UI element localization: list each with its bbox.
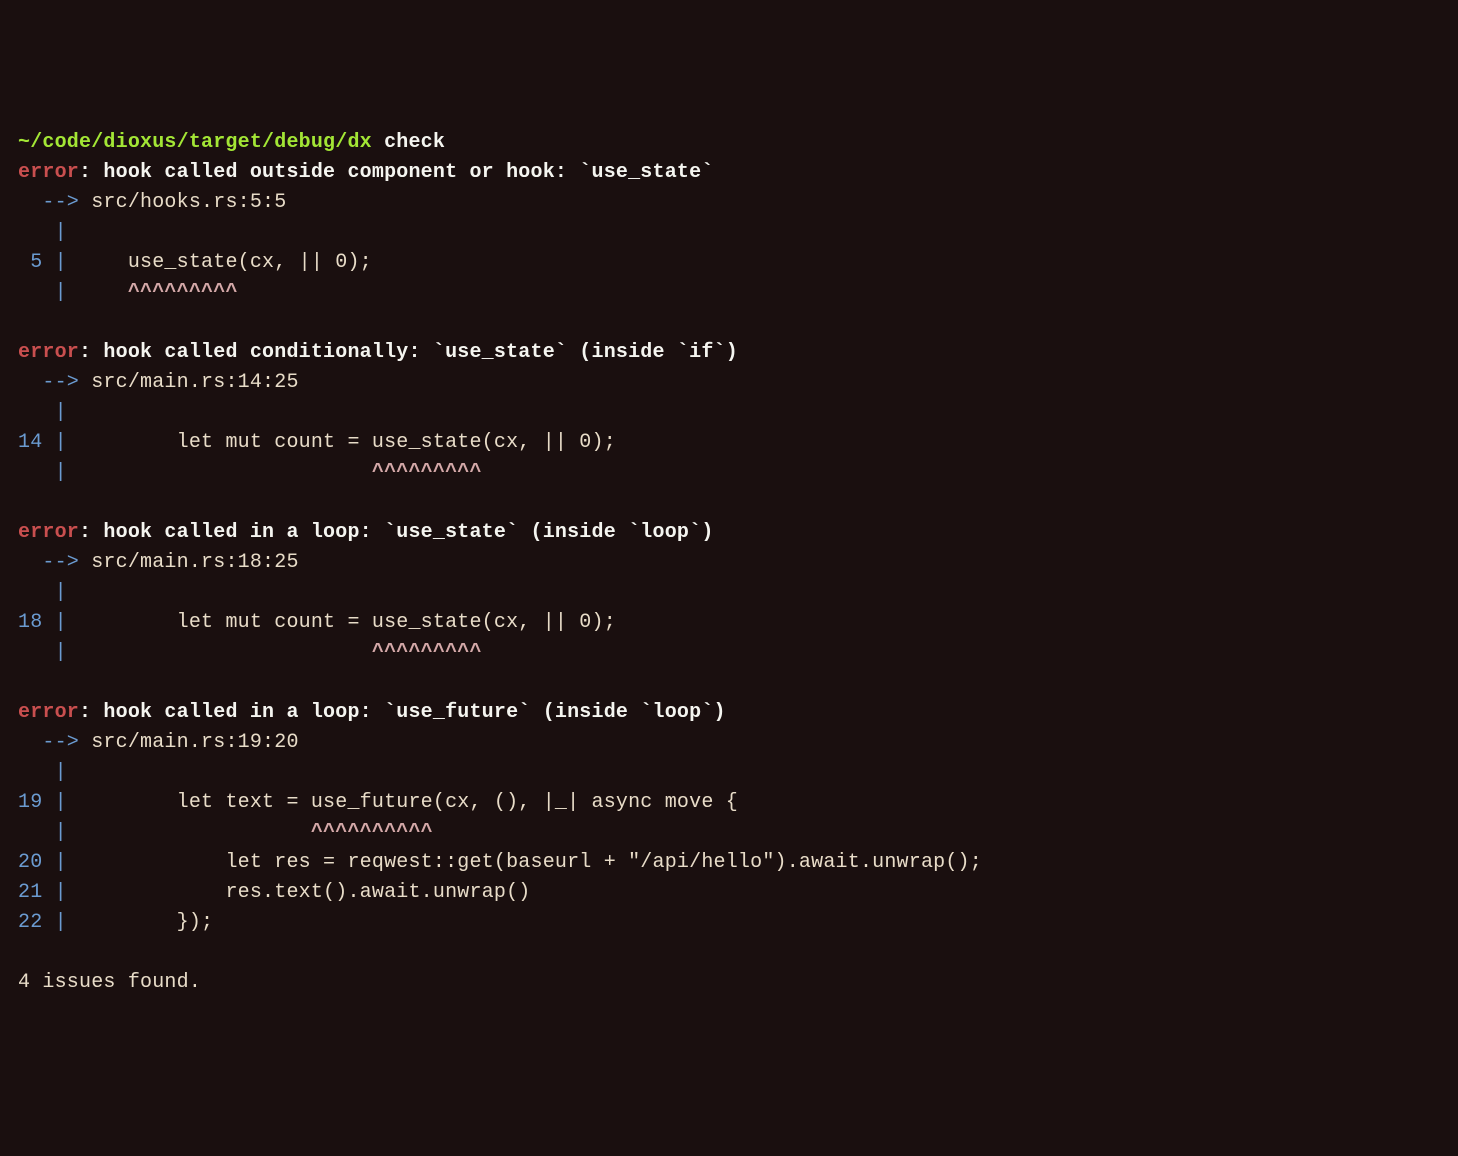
error-label: error	[18, 521, 79, 544]
gutter: |	[18, 401, 67, 424]
arrow-icon: -->	[18, 731, 91, 754]
error-message: : hook called in a loop: `use_future` (i…	[79, 701, 726, 724]
caret-underline: ^^^^^^^^^	[79, 281, 238, 304]
error-label: error	[18, 161, 79, 184]
code-line: 14 | let mut count = use_state(cx, || 0)…	[18, 428, 1440, 458]
spacer	[18, 668, 1440, 698]
code-line: 20 | let res = reqwest::get(baseurl + "/…	[18, 848, 1440, 878]
line-number: 18 |	[18, 611, 67, 634]
code-line: 22 | });	[18, 908, 1440, 938]
gutter: |	[18, 221, 67, 244]
code-text: let mut count = use_state(cx, || 0);	[79, 431, 616, 454]
arrow-icon: -->	[18, 551, 91, 574]
gutter-line: |	[18, 578, 1440, 608]
line-number: 19 |	[18, 791, 67, 814]
spacer	[18, 308, 1440, 338]
gutter-line: |	[18, 758, 1440, 788]
error-message: : hook called outside component or hook:…	[79, 161, 714, 184]
prompt-command: check	[384, 131, 445, 154]
gutter: |	[18, 761, 67, 784]
code-text: let res = reqwest::get(baseurl + "/api/h…	[79, 851, 982, 874]
gutter: |	[18, 581, 67, 604]
spacer	[18, 938, 1440, 968]
spacer	[18, 488, 1440, 518]
error-heading: error: hook called outside component or …	[18, 158, 1440, 188]
arrow-icon: -->	[18, 371, 91, 394]
code-line: 19 | let text = use_future(cx, (), |_| a…	[18, 788, 1440, 818]
location-text: src/main.rs:18:25	[91, 551, 298, 574]
location-text: src/main.rs:19:20	[91, 731, 298, 754]
prompt-path: ~/code/dioxus/target/debug/dx	[18, 131, 372, 154]
location-text: src/hooks.rs:5:5	[91, 191, 286, 214]
caret-underline: ^^^^^^^^^^	[79, 821, 433, 844]
error-message: : hook called conditionally: `use_state`…	[79, 341, 738, 364]
code-text: let mut count = use_state(cx, || 0);	[79, 611, 616, 634]
error-heading: error: hook called in a loop: `use_futur…	[18, 698, 1440, 728]
error-location: --> src/hooks.rs:5:5	[18, 188, 1440, 218]
caret-line: | ^^^^^^^^^	[18, 638, 1440, 668]
arrow-icon: -->	[18, 191, 91, 214]
error-location: --> src/main.rs:14:25	[18, 368, 1440, 398]
gutter-line: |	[18, 398, 1440, 428]
line-number: 14 |	[18, 431, 67, 454]
error-location: --> src/main.rs:19:20	[18, 728, 1440, 758]
code-line: 18 | let mut count = use_state(cx, || 0)…	[18, 608, 1440, 638]
gutter: |	[18, 641, 67, 664]
line-number: 21 |	[18, 881, 67, 904]
code-text: let text = use_future(cx, (), |_| async …	[79, 791, 738, 814]
summary-line: 4 issues found.	[18, 968, 1440, 998]
line-number: 20 |	[18, 851, 67, 874]
error-label: error	[18, 701, 79, 724]
location-text: src/main.rs:14:25	[91, 371, 298, 394]
prompt-line: ~/code/dioxus/target/debug/dx check	[18, 128, 1440, 158]
caret-line: | ^^^^^^^^^^	[18, 818, 1440, 848]
error-label: error	[18, 341, 79, 364]
line-number: 22 |	[18, 911, 67, 934]
code-line: 21 | res.text().await.unwrap()	[18, 878, 1440, 908]
code-text: });	[79, 911, 213, 934]
caret-line: | ^^^^^^^^^	[18, 458, 1440, 488]
line-number: 5 |	[18, 251, 67, 274]
gutter: |	[18, 281, 67, 304]
code-text: res.text().await.unwrap()	[79, 881, 530, 904]
caret-underline: ^^^^^^^^^	[79, 461, 482, 484]
gutter: |	[18, 461, 67, 484]
summary-text: 4 issues found.	[18, 971, 201, 994]
error-message: : hook called in a loop: `use_state` (in…	[79, 521, 714, 544]
code-text: use_state(cx, || 0);	[79, 251, 372, 274]
error-heading: error: hook called in a loop: `use_state…	[18, 518, 1440, 548]
error-location: --> src/main.rs:18:25	[18, 548, 1440, 578]
caret-underline: ^^^^^^^^^	[79, 641, 482, 664]
caret-line: | ^^^^^^^^^	[18, 278, 1440, 308]
error-heading: error: hook called conditionally: `use_s…	[18, 338, 1440, 368]
gutter: |	[18, 821, 67, 844]
terminal-output: ~/code/dioxus/target/debug/dx checkerror…	[18, 128, 1440, 998]
gutter-line: |	[18, 218, 1440, 248]
code-line: 5 | use_state(cx, || 0);	[18, 248, 1440, 278]
